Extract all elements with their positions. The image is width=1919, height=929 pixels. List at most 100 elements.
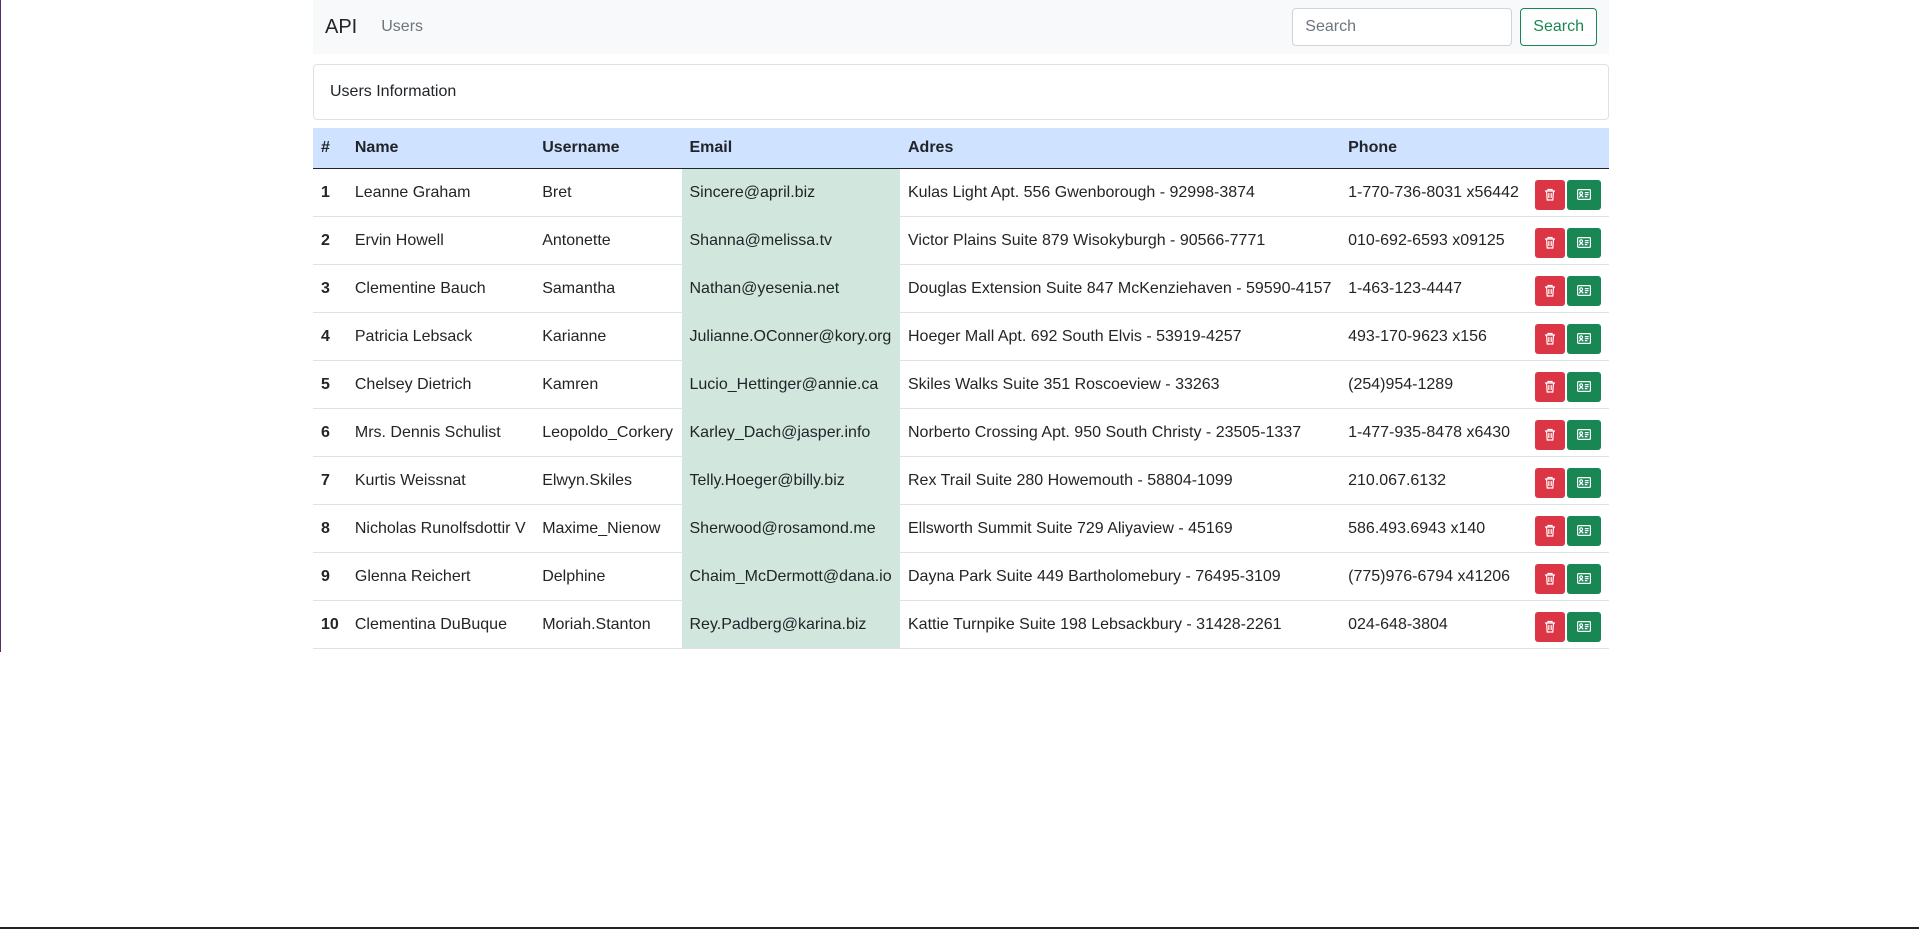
trash-icon bbox=[1544, 284, 1556, 297]
cell-phone: 586.493.6943 x140 bbox=[1340, 504, 1527, 553]
row-actions bbox=[1535, 512, 1601, 546]
nav-link-users[interactable]: Users bbox=[381, 18, 423, 36]
users-info-card: Users Information bbox=[313, 64, 1609, 120]
cell-username: Karianne bbox=[534, 312, 682, 361]
cell-actions bbox=[1527, 264, 1609, 313]
search-button[interactable]: Search bbox=[1520, 8, 1597, 46]
view-details-button[interactable] bbox=[1567, 371, 1601, 402]
table-row: 9 Glenna Reichert Delphine Chaim_McDermo… bbox=[313, 552, 1609, 601]
delete-button[interactable] bbox=[1535, 179, 1565, 210]
cell-index: 3 bbox=[313, 264, 347, 313]
search-input[interactable] bbox=[1292, 8, 1513, 46]
cell-username: Bret bbox=[534, 168, 682, 217]
cell-phone: 1-770-736-8031 x56442 bbox=[1340, 168, 1527, 217]
cell-index: 10 bbox=[313, 600, 347, 649]
view-details-button[interactable] bbox=[1567, 419, 1601, 450]
delete-button[interactable] bbox=[1535, 467, 1565, 498]
cell-name: Clementina DuBuque bbox=[346, 600, 535, 649]
row-actions bbox=[1535, 560, 1601, 594]
cell-username: Leopoldo_Corkery bbox=[534, 408, 682, 457]
cell-phone: 010-692-6593 x09125 bbox=[1340, 216, 1527, 265]
table-row: 2 Ervin Howell Antonette Shanna@melissa.… bbox=[313, 216, 1609, 265]
cell-actions bbox=[1527, 360, 1609, 409]
trash-icon bbox=[1544, 572, 1556, 585]
cell-phone: (254)954-1289 bbox=[1340, 360, 1527, 409]
table-row: 5 Chelsey Dietrich Kamren Lucio_Hettinge… bbox=[313, 360, 1609, 409]
cell-address: Dayna Park Suite 449 Bartholomebury - 76… bbox=[900, 552, 1341, 601]
view-details-button[interactable] bbox=[1567, 227, 1601, 258]
cell-address: Kulas Light Apt. 556 Gwenborough - 92998… bbox=[900, 168, 1341, 217]
view-details-button[interactable] bbox=[1567, 179, 1601, 210]
row-actions bbox=[1535, 224, 1601, 258]
card-title: Users Information bbox=[330, 83, 457, 100]
cell-username: Samantha bbox=[534, 264, 682, 313]
table-row: 1 Leanne Graham Bret Sincere@april.biz K… bbox=[313, 168, 1609, 217]
cell-actions bbox=[1527, 600, 1609, 649]
delete-button[interactable] bbox=[1535, 419, 1565, 450]
cell-index: 5 bbox=[313, 360, 347, 409]
table-row: 3 Clementine Bauch Samantha Nathan@yesen… bbox=[313, 264, 1609, 313]
row-actions bbox=[1535, 272, 1601, 306]
cell-index: 1 bbox=[313, 168, 347, 217]
cell-email: Karley_Dach@jasper.info bbox=[681, 408, 900, 457]
cell-email: Shanna@melissa.tv bbox=[681, 216, 900, 265]
cell-name: Kurtis Weissnat bbox=[346, 456, 535, 505]
column-header-address: Adres bbox=[900, 128, 1341, 169]
cell-index: 7 bbox=[313, 456, 347, 505]
delete-button[interactable] bbox=[1535, 227, 1565, 258]
column-header-email: Email bbox=[681, 128, 900, 169]
delete-button[interactable] bbox=[1535, 275, 1565, 306]
table-row: 10 Clementina DuBuque Moriah.Stanton Rey… bbox=[313, 600, 1609, 649]
cell-actions bbox=[1527, 312, 1609, 361]
view-details-button[interactable] bbox=[1567, 275, 1601, 306]
trash-icon bbox=[1544, 620, 1556, 633]
view-details-button[interactable] bbox=[1567, 467, 1601, 498]
table-header-row: # Name Username Email Adres Phone bbox=[313, 128, 1609, 169]
row-actions bbox=[1535, 416, 1601, 450]
cell-name: Leanne Graham bbox=[346, 168, 535, 217]
cell-username: Maxime_Nienow bbox=[534, 504, 682, 553]
cell-address: Rex Trail Suite 280 Howemouth - 58804-10… bbox=[900, 456, 1341, 505]
person-vcard-icon bbox=[1577, 525, 1591, 536]
view-details-button[interactable] bbox=[1567, 611, 1601, 642]
trash-icon bbox=[1544, 188, 1556, 201]
navbar-brand[interactable]: API bbox=[325, 16, 357, 39]
table-row: 4 Patricia Lebsack Karianne Julianne.OCo… bbox=[313, 312, 1609, 361]
row-actions bbox=[1535, 608, 1601, 642]
cell-phone: (775)976-6794 x41206 bbox=[1340, 552, 1527, 601]
person-vcard-icon bbox=[1577, 189, 1591, 200]
delete-button[interactable] bbox=[1535, 371, 1565, 402]
trash-icon bbox=[1544, 428, 1556, 441]
window-left-edge bbox=[0, 0, 1, 652]
cell-name: Glenna Reichert bbox=[346, 552, 535, 601]
cell-email: Julianne.OConner@kory.org bbox=[681, 312, 900, 361]
cell-address: Douglas Extension Suite 847 McKenziehave… bbox=[900, 264, 1341, 313]
cell-index: 4 bbox=[313, 312, 347, 361]
cell-actions bbox=[1527, 408, 1609, 457]
delete-button[interactable] bbox=[1535, 323, 1565, 354]
cell-email: Nathan@yesenia.net bbox=[681, 264, 900, 313]
view-details-button[interactable] bbox=[1567, 563, 1601, 594]
cell-address: Hoeger Mall Apt. 692 South Elvis - 53919… bbox=[900, 312, 1341, 361]
delete-button[interactable] bbox=[1535, 611, 1565, 642]
cell-name: Chelsey Dietrich bbox=[346, 360, 535, 409]
cell-email: Telly.Hoeger@billy.biz bbox=[681, 456, 900, 505]
view-details-button[interactable] bbox=[1567, 515, 1601, 546]
view-details-button[interactable] bbox=[1567, 323, 1601, 354]
cell-email: Rey.Padberg@karina.biz bbox=[681, 600, 900, 649]
person-vcard-icon bbox=[1577, 621, 1591, 632]
cell-name: Ervin Howell bbox=[346, 216, 535, 265]
cell-name: Mrs. Dennis Schulist bbox=[346, 408, 535, 457]
cell-address: Ellsworth Summit Suite 729 Aliyaview - 4… bbox=[900, 504, 1341, 553]
cell-address: Norberto Crossing Apt. 950 South Christy… bbox=[900, 408, 1341, 457]
row-actions bbox=[1535, 464, 1601, 498]
cell-phone: 1-463-123-4447 bbox=[1340, 264, 1527, 313]
table-row: 6 Mrs. Dennis Schulist Leopoldo_Corkery … bbox=[313, 408, 1609, 457]
cell-phone: 493-170-9623 x156 bbox=[1340, 312, 1527, 361]
trash-icon bbox=[1544, 332, 1556, 345]
cell-actions bbox=[1527, 168, 1609, 217]
delete-button[interactable] bbox=[1535, 515, 1565, 546]
cell-name: Clementine Bauch bbox=[346, 264, 535, 313]
delete-button[interactable] bbox=[1535, 563, 1565, 594]
cell-actions bbox=[1527, 456, 1609, 505]
